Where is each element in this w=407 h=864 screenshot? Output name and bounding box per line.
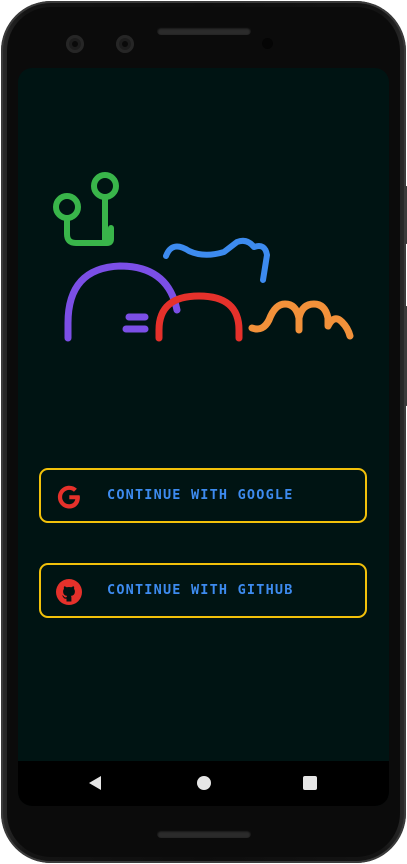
continue-with-github-button[interactable]: CONTINUE WITH GITHUB bbox=[39, 563, 367, 618]
back-triangle-icon[interactable] bbox=[89, 776, 101, 790]
recents-square-icon[interactable] bbox=[303, 776, 317, 790]
bottom-speaker bbox=[157, 830, 251, 838]
logo-orange-stroke bbox=[248, 300, 354, 340]
phone-frame: CONTINUE WITH GOOGLE CONTINUE WITH GITHU… bbox=[1, 1, 407, 863]
github-octocat-icon bbox=[56, 579, 82, 605]
github-button-label: CONTINUE WITH GITHUB bbox=[107, 582, 294, 598]
system-navigation-bar bbox=[18, 761, 389, 806]
logo-green-stroke bbox=[53, 172, 119, 246]
google-g-icon bbox=[57, 485, 80, 509]
logo-blue-stroke bbox=[163, 237, 270, 283]
google-button-label: CONTINUE WITH GOOGLE bbox=[107, 487, 294, 503]
top-speaker bbox=[157, 27, 251, 35]
continue-with-google-button[interactable]: CONTINUE WITH GOOGLE bbox=[39, 468, 367, 523]
app-screen: CONTINUE WITH GOOGLE CONTINUE WITH GITHU… bbox=[18, 68, 389, 806]
home-circle-icon[interactable] bbox=[197, 776, 211, 790]
front-camera-left bbox=[66, 35, 84, 53]
front-camera-right bbox=[116, 35, 134, 53]
app-logo-illustration bbox=[53, 172, 354, 342]
proximity-sensor bbox=[262, 38, 273, 49]
logo-red-stroke bbox=[155, 292, 243, 342]
